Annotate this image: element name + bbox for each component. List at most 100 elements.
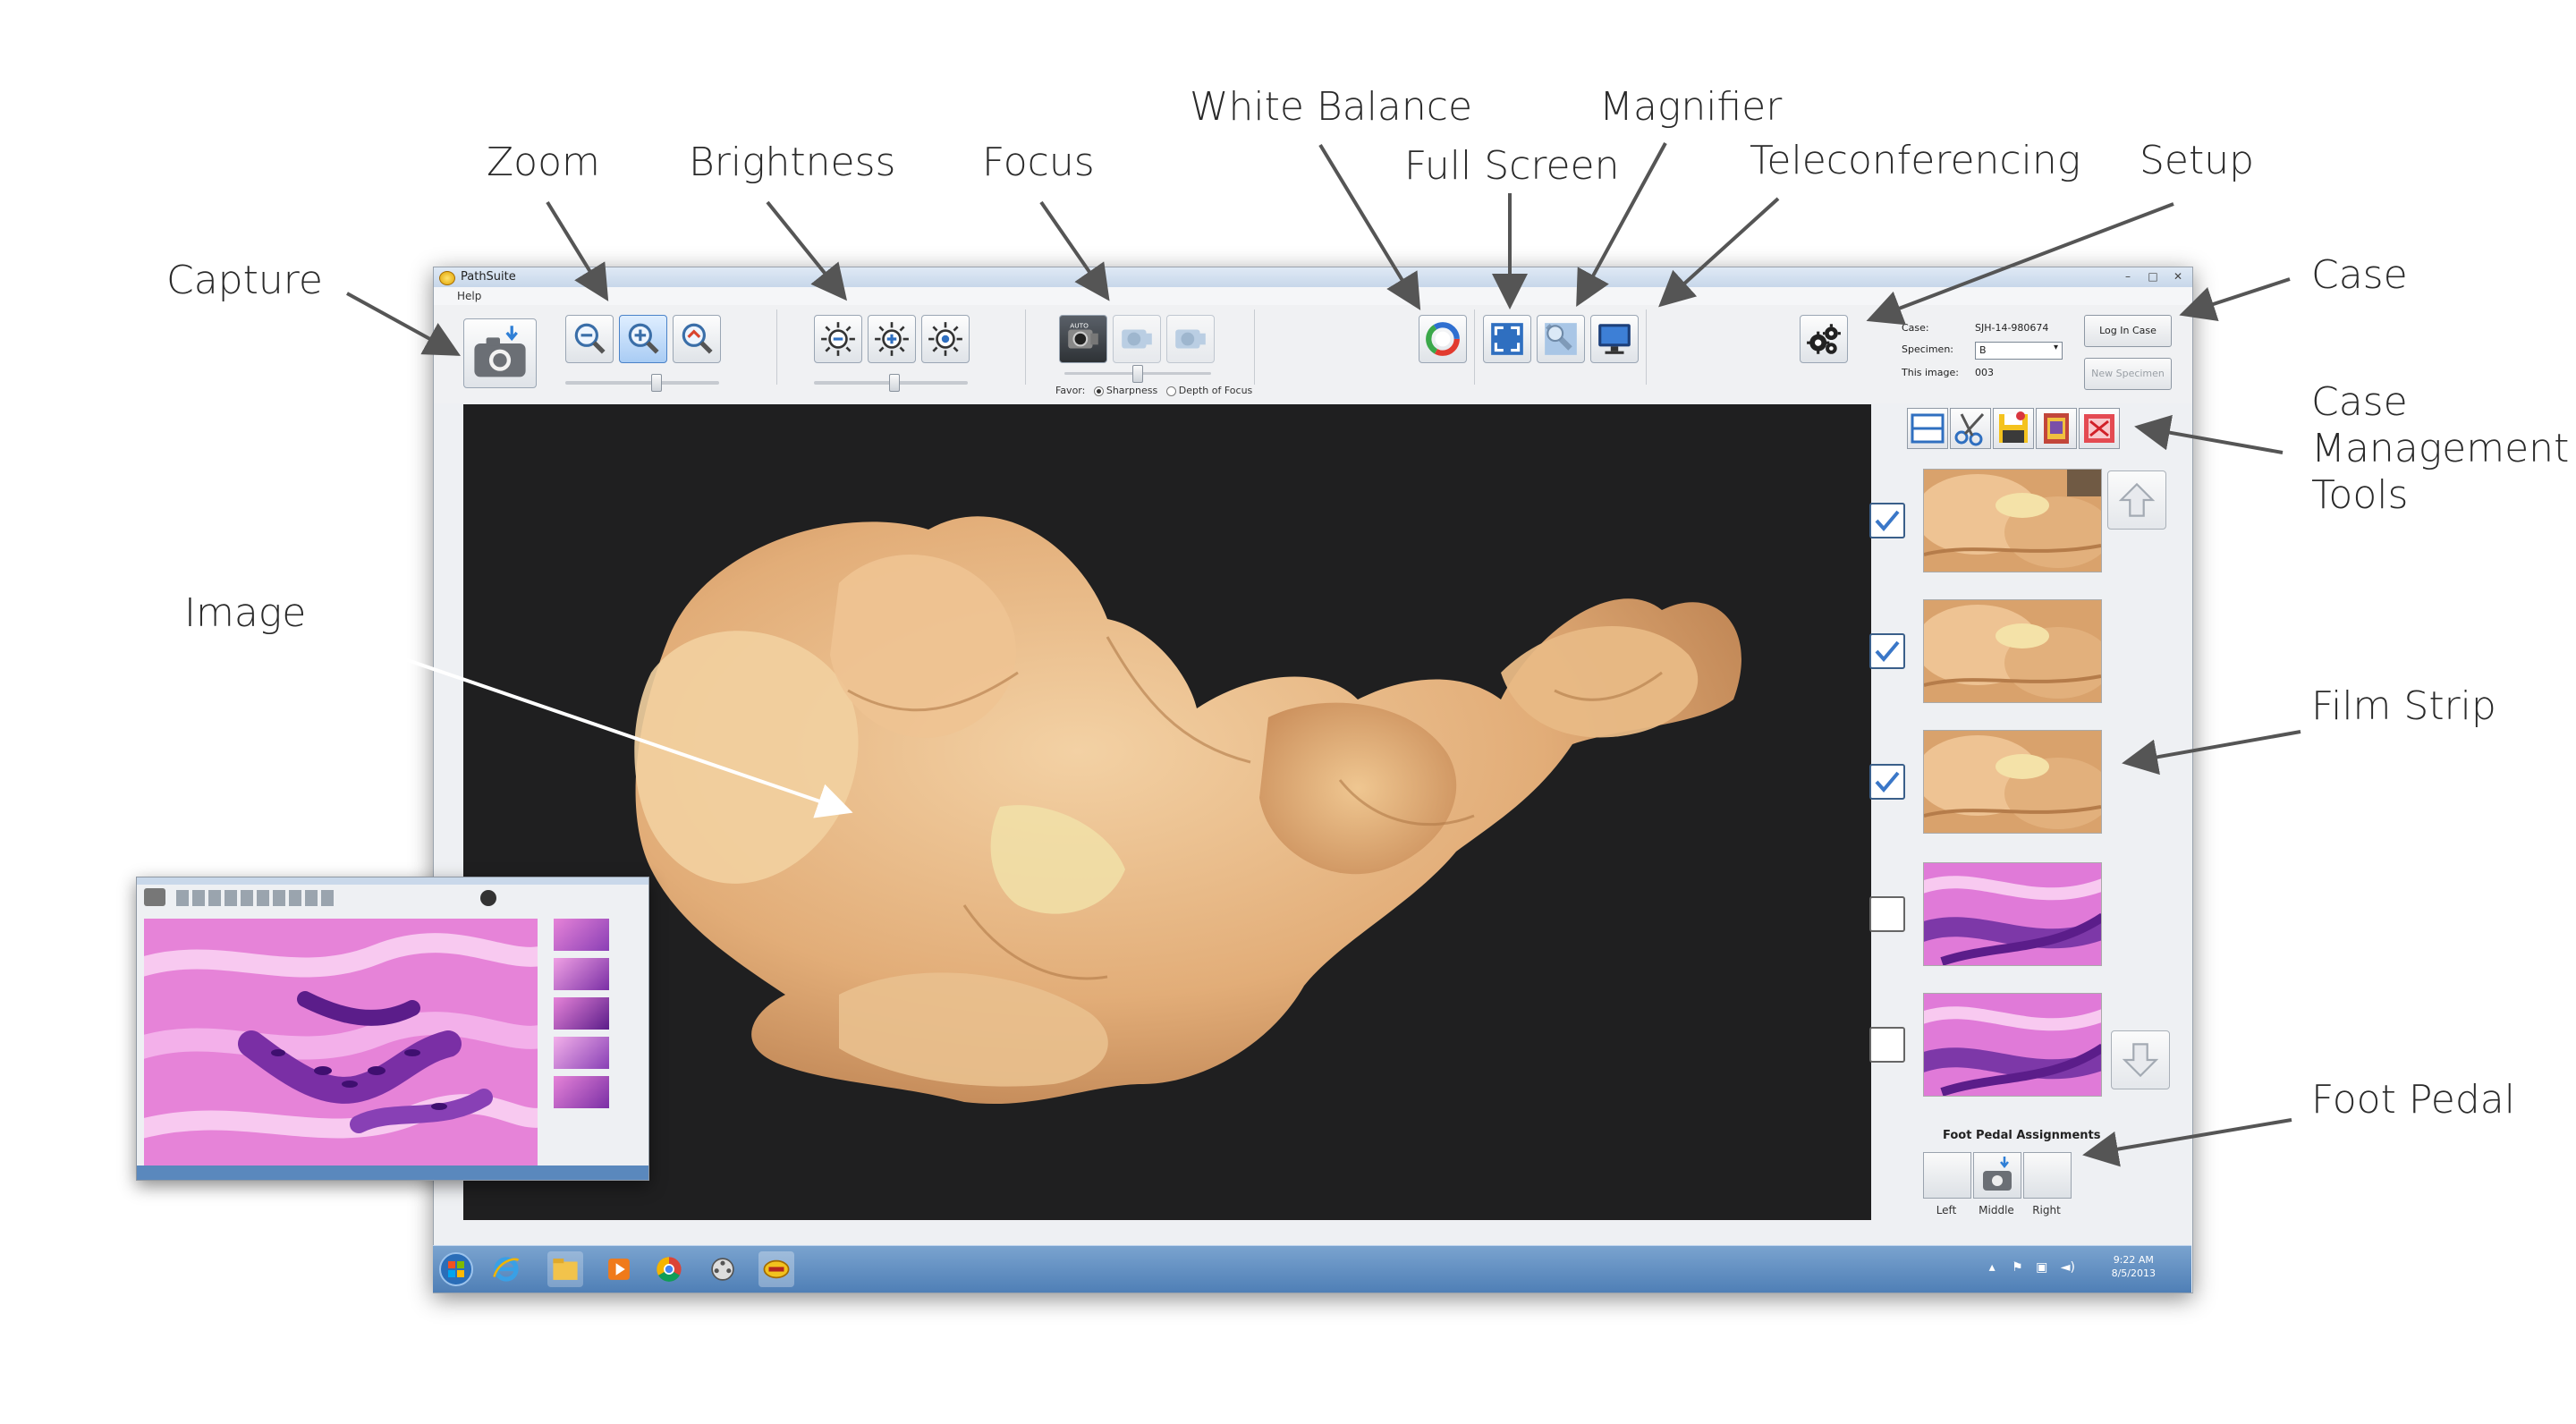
tray-clock[interactable]: 9:22 AM 8/5/2013 [2112, 1253, 2156, 1281]
magnifier-button[interactable] [1537, 315, 1585, 363]
film-strip-up-button[interactable] [2107, 470, 2166, 530]
pathsuite-logo-icon [439, 271, 455, 285]
case-tool-delete-button[interactable] [2079, 408, 2120, 449]
zoom-slider-knob[interactable] [651, 374, 662, 392]
callout-white-balance: White Balance [1190, 84, 1473, 130]
title-bar: PathSuite – □ ✕ [434, 267, 2192, 288]
full-screen-icon [1491, 323, 1523, 355]
callout-film-strip: Film Strip [2311, 683, 2496, 729]
folder-icon [553, 1259, 578, 1280]
zoom-in-button[interactable] [619, 315, 667, 363]
divider [1646, 309, 1647, 385]
new-specimen-button[interactable]: New Specimen [2084, 358, 2172, 390]
zoom-out-button[interactable] [565, 315, 614, 363]
brightness-slider[interactable] [814, 374, 968, 392]
brightness-auto-button[interactable] [921, 315, 970, 363]
brightness-up-button[interactable] [868, 315, 916, 363]
callout-brightness: Brightness [689, 140, 896, 185]
specimen-label: Specimen: [1902, 343, 1953, 355]
film-reel-icon [711, 1258, 734, 1281]
inset-capture-icon [144, 888, 165, 906]
tray-icons[interactable]: ▴ ⚑ ▣ ◄) [1989, 1260, 2075, 1275]
callout-case-management-tools: Case Management Tools [2311, 379, 2570, 518]
focus-slider-knob[interactable] [1132, 365, 1143, 383]
brightness-slider-knob[interactable] [889, 374, 900, 392]
film-strip-checkbox[interactable] [1869, 764, 1905, 800]
focus-near-icon [1122, 329, 1152, 349]
taskbar-explorer[interactable] [547, 1251, 583, 1287]
checkmark-icon [1875, 510, 1900, 532]
zoom-slider[interactable] [565, 374, 719, 392]
focus-far-button[interactable] [1166, 315, 1215, 363]
taskbar-ie[interactable] [488, 1251, 524, 1287]
brightness-auto-icon [928, 322, 962, 356]
film-strip-thumbnail[interactable] [1923, 599, 2102, 703]
case-tool-save-button[interactable] [1993, 408, 2034, 449]
taskbar-pathsuite[interactable] [758, 1251, 794, 1287]
log-in-case-button[interactable]: Log In Case [2084, 315, 2172, 347]
zoom-fit-icon [682, 323, 713, 354]
focus-slider[interactable] [1064, 365, 1211, 383]
taskbar-film-app[interactable] [705, 1251, 741, 1287]
taskbar-chrome[interactable] [651, 1251, 687, 1287]
chrome-icon [657, 1257, 682, 1282]
favor-depth-radio[interactable] [1165, 386, 1176, 396]
foot-pedal-left-label: Left [1936, 1204, 1957, 1216]
film-strip-thumbnail[interactable] [1923, 993, 2102, 1097]
minimize-button[interactable]: – [2117, 269, 2139, 284]
focus-auto-icon: AUTO [1068, 321, 1098, 349]
focus-near-button[interactable] [1113, 315, 1161, 363]
checkmark-icon [1875, 640, 1900, 663]
film-strip-checkbox[interactable] [1869, 1027, 1905, 1063]
inset-setup-icon [480, 890, 496, 906]
this-image-number: 003 [1975, 367, 1994, 378]
inset-titlebar [137, 877, 648, 885]
window-title: PathSuite [461, 270, 516, 284]
film-strip-down-button[interactable] [2111, 1030, 2170, 1089]
specimen-select[interactable]: B ▾ [1975, 342, 2063, 360]
callout-zoom: Zoom [487, 140, 600, 185]
film-strip-checkbox[interactable] [1869, 503, 1905, 538]
gross-specimen-image [463, 404, 1871, 1220]
favor-sharpness-radio[interactable] [1093, 386, 1104, 396]
tray-date: 8/5/2013 [2111, 1267, 2156, 1280]
setup-gears-icon [1807, 324, 1841, 354]
setup-button[interactable] [1800, 315, 1848, 363]
tray-time: 9:22 AM [2113, 1254, 2154, 1266]
main-image-viewer[interactable] [463, 404, 1871, 1220]
full-screen-button[interactable] [1483, 315, 1531, 363]
taskbar-media-player[interactable] [601, 1251, 637, 1287]
delete-image-icon [2084, 414, 2114, 443]
foot-pedal-left-button[interactable] [1923, 1152, 1971, 1199]
white-balance-button[interactable] [1419, 315, 1467, 363]
callout-magnifier: Magnifier [1599, 84, 1783, 130]
callout-foot-pedal: Foot Pedal [2311, 1077, 2515, 1123]
film-strip-checkbox[interactable] [1869, 633, 1905, 669]
zoom-fit-button[interactable] [673, 315, 721, 363]
tray-network-icon: ▣ [2036, 1260, 2048, 1275]
maximize-button[interactable]: □ [2142, 269, 2164, 284]
brightness-down-icon [821, 322, 855, 356]
case-tool-report-button[interactable] [2036, 408, 2077, 449]
film-strip-checkbox[interactable] [1869, 896, 1905, 932]
foot-pedal-middle-button[interactable] [1973, 1152, 2021, 1199]
close-button[interactable]: ✕ [2167, 269, 2189, 284]
zoom-out-icon [574, 323, 606, 354]
film-strip-thumbnail[interactable] [1923, 862, 2102, 966]
tray-arrow-icon: ▴ [1988, 1260, 1996, 1275]
film-strip-thumbnail[interactable] [1923, 469, 2102, 572]
focus-auto-button[interactable]: AUTO [1059, 315, 1107, 363]
case-tool-layout-button[interactable] [1907, 408, 1948, 449]
capture-button[interactable] [463, 318, 537, 388]
teleconference-button[interactable] [1590, 315, 1639, 363]
menu-help[interactable]: Help [457, 290, 481, 302]
brightness-down-button[interactable] [814, 315, 862, 363]
inset-toolbar-icons [176, 890, 337, 906]
favor-sharpness-label: Sharpness [1106, 385, 1158, 396]
tray-volume-icon: ◄) [2060, 1260, 2075, 1275]
film-strip-thumbnail[interactable] [1923, 730, 2102, 834]
media-player-icon [608, 1259, 630, 1280]
foot-pedal-right-button[interactable] [2023, 1152, 2072, 1199]
case-tool-scissors-button[interactable] [1950, 408, 1991, 449]
start-button[interactable] [438, 1251, 474, 1287]
